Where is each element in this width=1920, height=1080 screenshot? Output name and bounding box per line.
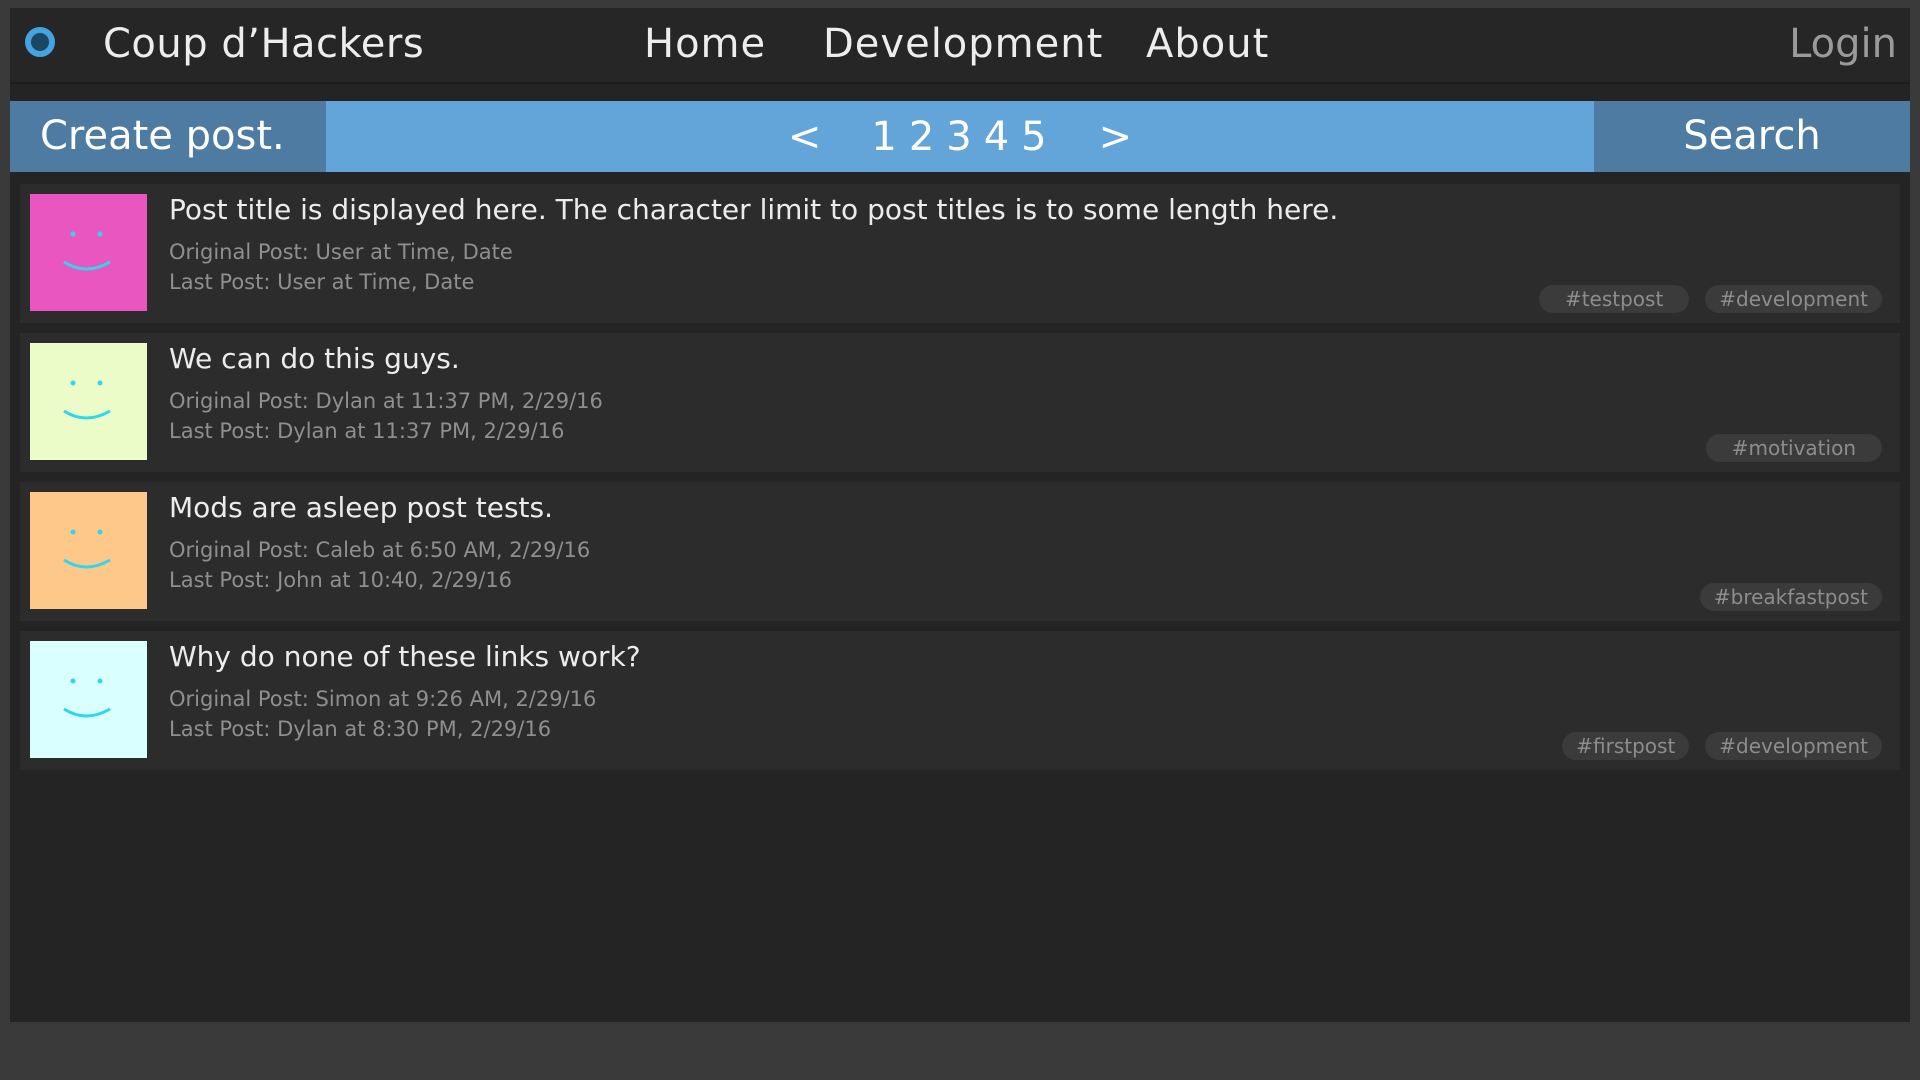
nav-about-link[interactable]: About	[1146, 21, 1269, 67]
tag-badge[interactable]: #testpost	[1538, 285, 1690, 313]
page-5-link[interactable]: 5	[1021, 114, 1048, 160]
site-brand[interactable]: Coup d’Hackers	[103, 21, 424, 67]
login-link[interactable]: Login	[1789, 21, 1897, 67]
nav-home-link[interactable]: Home	[644, 21, 766, 67]
original-post-meta: Original Post: User at Time, Date	[169, 240, 513, 264]
avatar	[30, 492, 147, 609]
post-title[interactable]: Post title is displayed here. The charac…	[169, 193, 1338, 226]
create-post-button[interactable]: Create post.	[10, 101, 326, 172]
post-row[interactable]: Mods are asleep post tests. Original Pos…	[20, 482, 1900, 621]
smiley-face-icon	[63, 678, 111, 718]
tag-badge[interactable]: #motivation	[1705, 434, 1882, 462]
page-2-link[interactable]: 2	[909, 114, 936, 160]
search-button[interactable]: Search	[1594, 101, 1910, 172]
tag-list: #breakfastpost	[1699, 583, 1882, 611]
next-page-arrow[interactable]: >	[1069, 114, 1163, 160]
pagination: < 1 2 3 4 5 >	[326, 101, 1594, 172]
logo-ring-icon[interactable]	[25, 27, 55, 57]
avatar	[30, 343, 147, 460]
page-3-link[interactable]: 3	[946, 114, 973, 160]
top-nav-bar: Coup d’Hackers Home Development About Lo…	[10, 8, 1910, 84]
tag-list: #testpost #development	[1538, 285, 1882, 313]
tag-list: #firstpost #development	[1562, 732, 1882, 760]
last-post-meta: Last Post: Dylan at 8:30 PM, 2/29/16	[169, 717, 552, 741]
post-row[interactable]: We can do this guys. Original Post: Dyla…	[20, 333, 1900, 472]
last-post-meta: Last Post: Dylan at 11:37 PM, 2/29/16	[169, 419, 565, 443]
avatar	[30, 641, 147, 758]
page-1-link[interactable]: 1	[871, 114, 898, 160]
last-post-meta: Last Post: User at Time, Date	[169, 270, 475, 294]
tag-badge[interactable]: #development	[1705, 732, 1882, 760]
post-title[interactable]: Why do none of these links work?	[169, 640, 641, 673]
post-title[interactable]: We can do this guys.	[169, 342, 460, 375]
nav-development-link[interactable]: Development	[823, 21, 1103, 67]
tag-badge[interactable]: #development	[1705, 285, 1882, 313]
original-post-meta: Original Post: Caleb at 6:50 AM, 2/29/16	[169, 538, 591, 562]
page-4-link[interactable]: 4	[984, 114, 1011, 160]
prev-page-arrow[interactable]: <	[758, 114, 852, 160]
post-list: Post title is displayed here. The charac…	[20, 184, 1900, 780]
smiley-face-icon	[63, 529, 111, 569]
tag-badge[interactable]: #breakfastpost	[1699, 583, 1882, 611]
post-title[interactable]: Mods are asleep post tests.	[169, 491, 553, 524]
smiley-face-icon	[63, 380, 111, 420]
post-row[interactable]: Why do none of these links work? Origina…	[20, 631, 1900, 770]
tag-list: #motivation	[1705, 434, 1882, 462]
action-bar: Create post. < 1 2 3 4 5 > Search	[10, 101, 1910, 172]
last-post-meta: Last Post: John at 10:40, 2/29/16	[169, 568, 513, 592]
app-frame: Coup d’Hackers Home Development About Lo…	[10, 8, 1910, 1022]
avatar	[30, 194, 147, 311]
tag-badge[interactable]: #firstpost	[1562, 732, 1690, 760]
page-numbers: 1 2 3 4 5	[851, 114, 1068, 160]
smiley-face-icon	[63, 231, 111, 271]
original-post-meta: Original Post: Dylan at 11:37 PM, 2/29/1…	[169, 389, 603, 413]
post-row[interactable]: Post title is displayed here. The charac…	[20, 184, 1900, 323]
original-post-meta: Original Post: Simon at 9:26 AM, 2/29/16	[169, 687, 597, 711]
